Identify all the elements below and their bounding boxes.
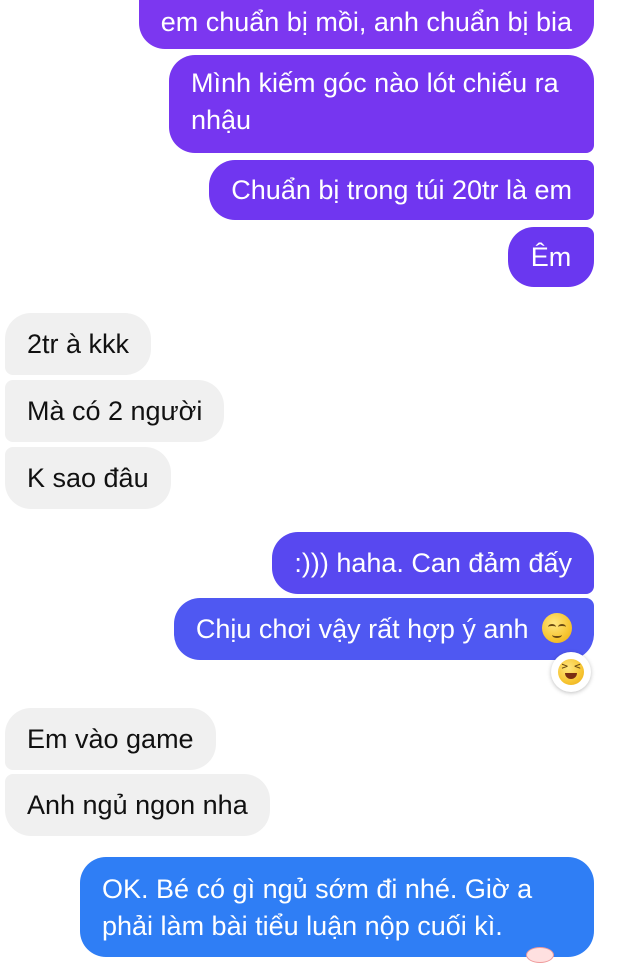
heart-reaction-icon [526, 947, 554, 963]
message-reaction[interactable] [551, 652, 591, 692]
message-bubble-received[interactable]: 2tr à kkk [5, 313, 152, 375]
message-text: Mình kiếm góc nào lót chiếu ra nhậu [191, 68, 559, 135]
message-text: OK. Bé có gì ngủ sớm đi nhé. Giờ a phải … [102, 874, 533, 941]
message-bubble-received[interactable]: Em vào game [5, 708, 216, 770]
message-text: Mà có 2 người [27, 396, 203, 426]
relieved-face-emoji [542, 613, 572, 643]
message-bubble-received[interactable]: Anh ngủ ngon nha [5, 774, 270, 836]
message-bubble-sent[interactable]: Chịu chơi vậy rất hợp ý anh [173, 598, 594, 660]
message-bubble-sent[interactable]: Chuẩn bị trong túi 20tr là em [209, 160, 594, 220]
message-bubble-sent[interactable]: :))) haha. Can đảm đấy [272, 532, 594, 594]
message-text: Chuẩn bị trong túi 20tr là em [231, 175, 572, 205]
message-text: Êm [530, 242, 572, 272]
message-text: Anh ngủ ngon nha [27, 790, 248, 820]
message-bubble-sent[interactable]: em chuẩn bị mồi, anh chuẩn bị bia [138, 0, 594, 49]
message-text: Chịu chơi vậy rất hợp ý anh [195, 614, 529, 644]
message-text: Em vào game [27, 724, 194, 754]
message-text: :))) haha. Can đảm đấy [294, 548, 572, 578]
laughing-face-emoji [558, 659, 584, 685]
message-bubble-received[interactable]: K sao đâu [5, 447, 171, 509]
message-text: K sao đâu [27, 463, 149, 493]
message-text: em chuẩn bị mồi, anh chuẩn bị bia [160, 7, 572, 37]
message-bubble-received[interactable]: Mà có 2 người [5, 380, 225, 442]
message-text: 2tr à kkk [27, 329, 130, 359]
message-bubble-sent[interactable]: OK. Bé có gì ngủ sớm đi nhé. Giờ a phải … [80, 857, 594, 963]
message-bubble-sent[interactable]: Mình kiếm góc nào lót chiếu ra nhậu [169, 55, 594, 153]
message-bubble-sent[interactable]: Êm [508, 227, 594, 287]
